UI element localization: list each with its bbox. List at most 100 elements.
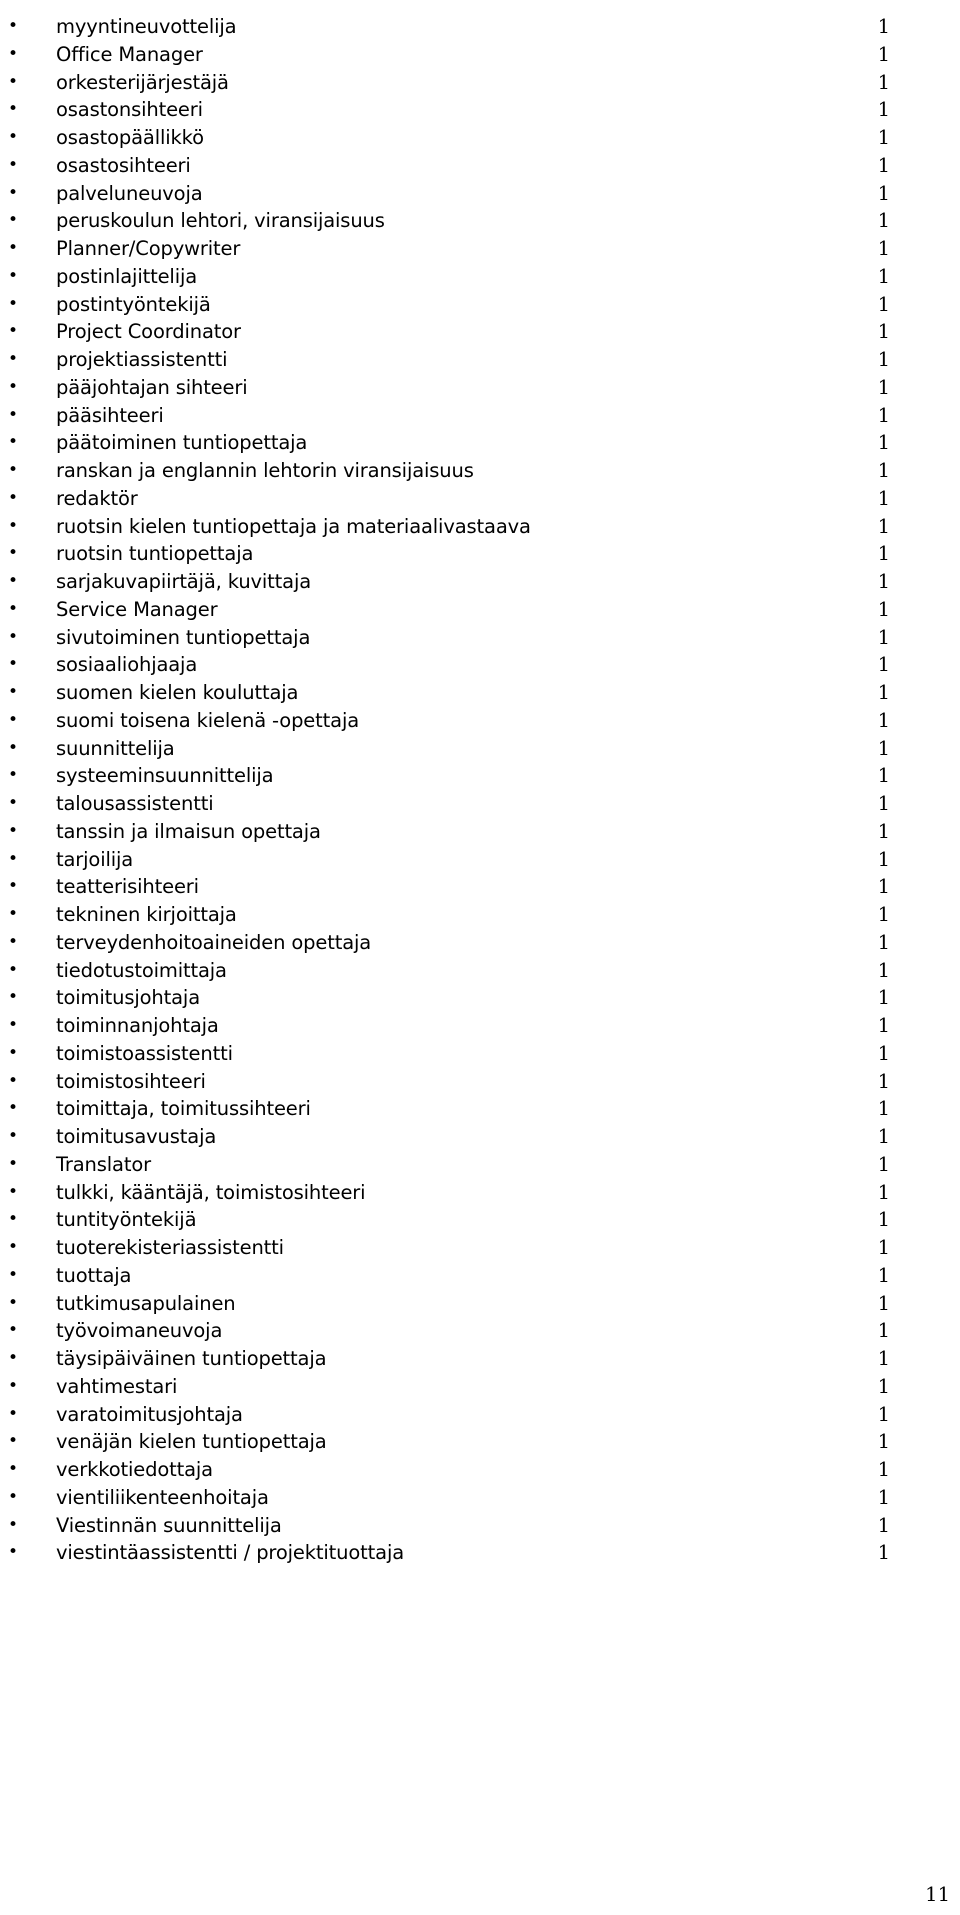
list-item: • vientiliikenteenhoitaja 1	[0, 1484, 960, 1512]
list-item: • tuottaja 1	[0, 1262, 960, 1290]
list-item-count: 1	[877, 1402, 890, 1426]
list-item: • osastopäällikkö 1	[0, 124, 960, 152]
bullet-icon: •	[8, 71, 19, 92]
bullet-icon: •	[8, 1292, 19, 1313]
list-item-count: 1	[877, 1152, 890, 1176]
list-item-count: 1	[877, 348, 890, 371]
list-item-count: 1	[877, 1069, 890, 1093]
list-item: • Project Coordinator 1	[0, 318, 960, 346]
list-item: • toimitusavustaja 1	[0, 1123, 960, 1151]
list-item: • peruskoulun lehtori, viransijaisuus 1	[0, 207, 960, 235]
list-item: • postinlajittelija 1	[0, 263, 960, 291]
list-item-label: tiedotustoimittaja	[56, 958, 227, 982]
list-item-label: tutkimusapulainen	[56, 1291, 236, 1315]
list-item: • tiedotustoimittaja 1	[0, 957, 960, 985]
bullet-icon: •	[8, 99, 19, 120]
list-item-count: 1	[877, 153, 890, 177]
list-item-count: 1	[877, 681, 890, 704]
list-item-count: 1	[877, 403, 890, 427]
bullet-icon: •	[8, 293, 19, 314]
list-item: • redaktör 1	[0, 485, 960, 513]
list-item: • ranskan ja englannin lehtorin viransija…	[0, 457, 960, 485]
list-item-count: 1	[877, 986, 890, 1010]
list-item-count: 1	[877, 1014, 890, 1037]
list-item: • osastonsihteeri 1	[0, 96, 960, 124]
list-item-count: 1	[877, 1319, 890, 1343]
list-item: • postintyöntekijä 1	[0, 291, 960, 319]
list-item-count: 1	[877, 1041, 890, 1065]
bullet-icon: •	[8, 1542, 19, 1563]
bullet-icon: •	[8, 349, 19, 369]
list-item: • systeeminsuunnittelija 1	[0, 762, 960, 790]
bullet-icon: •	[8, 737, 19, 758]
list-item-label: sosiaaliohjaaja	[56, 653, 198, 677]
list-item-label: myyntineuvottelija	[56, 15, 237, 38]
list-item-count: 1	[877, 1485, 890, 1509]
list-item-label: Office Manager	[56, 42, 203, 66]
list-item: • suomi toisena kielenä -opettaja 1	[0, 707, 960, 735]
list-item-label: verkkotiedottaja	[56, 1458, 213, 1481]
list-item-count: 1	[877, 375, 890, 399]
list-item-count: 1	[877, 126, 890, 149]
list-item-label: suomen kielen kouluttaja	[56, 681, 299, 704]
list-item-label: suunnittelija	[56, 736, 175, 760]
page-number: 11	[925, 1883, 950, 1906]
list-item-label: projektiassistentti	[56, 348, 228, 371]
bullet-icon: •	[8, 571, 19, 591]
list-item: • tuoterekisteriassistentti 1	[0, 1234, 960, 1262]
list-item-count: 1	[877, 486, 890, 510]
list-item: • sivutoiminen tuntiopettaja 1	[0, 624, 960, 652]
bullet-icon: •	[8, 1237, 19, 1257]
list-item: • Viestinnän suunnittelija 1	[0, 1512, 960, 1540]
bullet-icon: •	[8, 1126, 19, 1146]
list-item-label: Project Coordinator	[56, 320, 241, 344]
list-item: • verkkotiedottaja 1	[0, 1456, 960, 1484]
list-item-label: tarjoilija	[56, 847, 134, 871]
list-item-count: 1	[877, 320, 890, 344]
list-item-count: 1	[877, 237, 890, 260]
bullet-icon: •	[8, 43, 19, 64]
list-item: • terveydenhoitoaineiden opettaja 1	[0, 929, 960, 957]
bullet-icon: •	[8, 904, 19, 924]
bullet-icon: •	[8, 598, 19, 619]
list-item-label: talousassistentti	[56, 792, 214, 815]
list-item-label: varatoimitusjohtaja	[56, 1402, 243, 1426]
list-item: • toimittaja, toimitussihteeri 1	[0, 1095, 960, 1123]
list-item-count: 1	[877, 1125, 890, 1148]
list-item-count: 1	[877, 1236, 890, 1259]
bullet-icon: •	[8, 127, 19, 147]
list-item-label: toimistoassistentti	[56, 1041, 233, 1065]
list-item: • tarjoilija 1	[0, 846, 960, 874]
bullet-icon: •	[8, 182, 19, 203]
list-item: • suunnittelija 1	[0, 735, 960, 763]
list-item-count: 1	[877, 1347, 890, 1370]
bullet-icon: •	[8, 1320, 19, 1341]
list-item-label: sarjakuvapiirtäjä, kuvittaja	[56, 570, 312, 593]
list-item-count: 1	[877, 570, 890, 593]
list-item-label: työvoimaneuvoja	[56, 1319, 223, 1343]
list-item-label: teatterisihteeri	[56, 875, 199, 899]
list-item-label: Planner/Copywriter	[56, 237, 241, 260]
bullet-icon: •	[8, 432, 19, 453]
list-item-label: ruotsin kielen tuntiopettaja ja materiaa…	[56, 514, 531, 538]
list-item-label: täysipäiväinen tuntiopettaja	[56, 1347, 327, 1370]
list-item-count: 1	[877, 764, 890, 788]
list-item: • talousassistentti 1	[0, 790, 960, 818]
list-item-count: 1	[877, 708, 890, 732]
list-item: • tutkimusapulainen 1	[0, 1290, 960, 1318]
list-item-label: tulkki, kääntäjä, toimistosihteeri	[56, 1180, 366, 1204]
list-item-count: 1	[877, 736, 890, 760]
bullet-icon: •	[8, 1486, 19, 1507]
list-item-label: osastosihteeri	[56, 153, 191, 177]
list-item-count: 1	[877, 15, 890, 38]
list-item-count: 1	[877, 431, 890, 455]
bullet-icon: •	[8, 321, 19, 342]
list-item-count: 1	[877, 209, 890, 233]
list-item-count: 1	[877, 930, 890, 954]
list-item-count: 1	[877, 1513, 890, 1537]
list-item: • palveluneuvoja 1	[0, 180, 960, 208]
list-item-label: osastonsihteeri	[56, 98, 203, 122]
list-item-count: 1	[877, 264, 890, 288]
list-item-count: 1	[877, 42, 890, 66]
bullet-icon: •	[8, 654, 19, 675]
